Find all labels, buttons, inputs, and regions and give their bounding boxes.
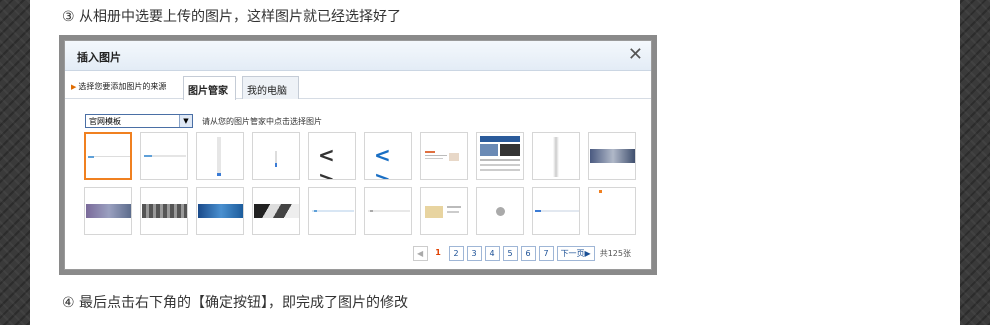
image-thumbnail[interactable] [476,187,524,235]
code-brackets-icon: < > [374,143,391,180]
tab-image-manager[interactable]: 图片管家 [183,76,236,100]
insert-image-dialog: 插入图片 ✕ ▶ 选择您要添加图片的来源 图片管家 我的电脑 官网模板 ▼ 请从您… [64,40,652,270]
image-thumbnail[interactable] [140,187,188,235]
code-brackets-icon: < > [318,143,335,180]
page: ③ 从相册中选要上传的图片，这样图片就已经选择好了 插入图片 ✕ ▶ 选择您要添加… [30,0,960,325]
dialog-titlebar: 插入图片 ✕ [65,41,651,71]
chevron-down-icon: ▼ [179,115,192,127]
page-link-5[interactable]: 5 [502,245,518,261]
image-thumbnail[interactable]: < > [364,132,412,180]
image-thumbnail[interactable] [84,187,132,235]
arrow-right-icon: ▶ [71,83,77,91]
total-count: 共125张 [599,248,631,258]
image-thumbnail[interactable] [364,187,412,235]
image-grid: < > < > [84,132,636,235]
album-select[interactable]: 官网模板 ▼ [85,114,193,128]
image-thumbnail[interactable] [140,132,188,180]
image-thumbnail[interactable] [420,132,468,180]
close-icon[interactable]: ✕ [628,45,643,65]
page-link-4[interactable]: 4 [484,245,500,261]
image-thumbnail[interactable]: < > [308,132,356,180]
source-tabs-row: ▶ 选择您要添加图片的来源 图片管家 我的电脑 [65,71,651,100]
dialog-title: 插入图片 [77,51,121,64]
image-thumbnail[interactable] [420,187,468,235]
tab-my-computer[interactable]: 我的电脑 [242,76,299,99]
image-thumbnail[interactable] [532,187,580,235]
page-link-1[interactable]: 1 [430,245,446,261]
step-4-text: ④ 最后点击右下角的【确定按钮】，即完成了图片的修改 [62,295,408,311]
image-thumbnail[interactable] [84,132,132,180]
image-thumbnail[interactable] [588,132,636,180]
page-link-7[interactable]: 7 [538,245,554,261]
image-thumbnail[interactable] [588,187,636,235]
image-thumbnail[interactable] [252,132,300,180]
screenshot-frame: 插入图片 ✕ ▶ 选择您要添加图片的来源 图片管家 我的电脑 官网模板 ▼ 请从您… [59,35,657,275]
pagination: ◀ 1 2 3 4 5 6 7 下一页▶ 共125张 [412,245,631,261]
page-link-6[interactable]: 6 [520,245,536,261]
step-3-text: ③ 从相册中选要上传的图片，这样图片就已经选择好了 [62,9,401,25]
page-link-3[interactable]: 3 [466,245,482,261]
select-hint: 请从您的图片管家中点击选择图片 [202,117,322,126]
image-thumbnail[interactable] [196,187,244,235]
image-thumbnail[interactable] [476,132,524,180]
image-thumbnail[interactable] [308,187,356,235]
page-link-2[interactable]: 2 [448,245,464,261]
prev-page-button[interactable]: ◀ [412,245,428,261]
image-thumbnail[interactable] [196,132,244,180]
image-thumbnail[interactable] [252,187,300,235]
next-page-button[interactable]: 下一页▶ [556,245,595,261]
image-thumbnail[interactable] [532,132,580,180]
source-label: ▶ 选择您要添加图片的来源 [71,82,167,91]
